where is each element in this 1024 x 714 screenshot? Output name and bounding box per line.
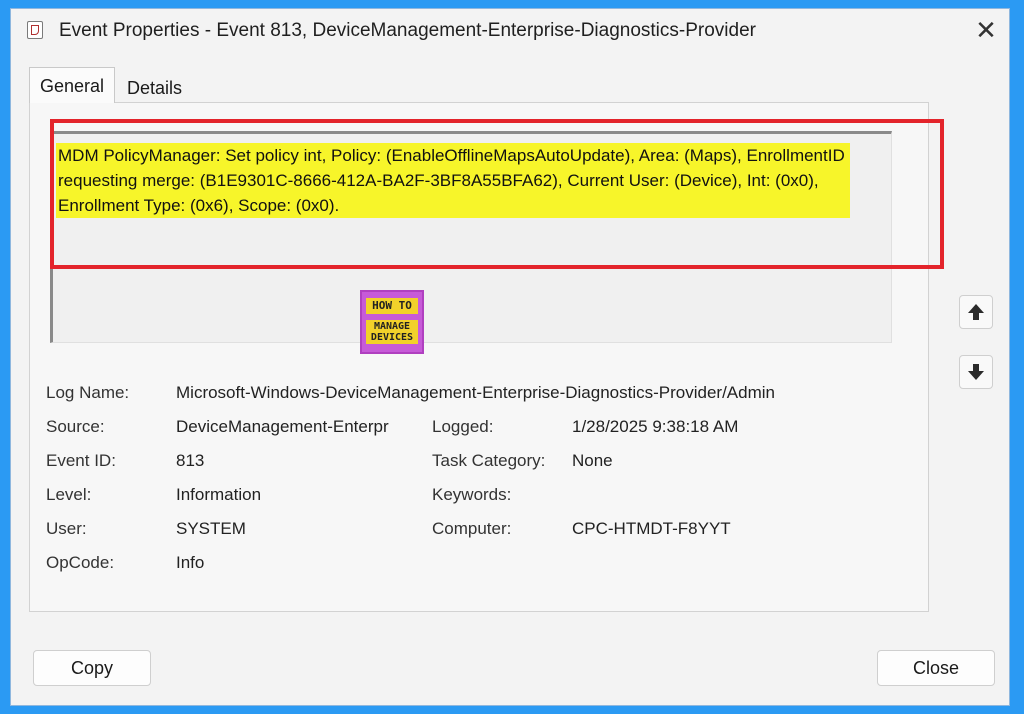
tab-details[interactable]: Details [117, 73, 197, 103]
next-event-button[interactable] [959, 355, 993, 389]
event-viewer-app-icon [27, 21, 43, 39]
copy-button[interactable]: Copy [33, 650, 151, 686]
event-description-text: MDM PolicyManager: Set policy int, Polic… [56, 143, 850, 218]
logo-line-3: DEVICES [370, 332, 414, 343]
source-label: Source: [46, 417, 105, 436]
window-close-button[interactable]: ✕ [971, 15, 1001, 45]
general-tab-panel: MDM PolicyManager: Set policy int, Polic… [29, 102, 944, 612]
previous-event-button[interactable] [959, 295, 993, 329]
logo-line-1: HOW TO [366, 298, 418, 314]
computer-value[interactable]: CPC-HTMDT-F8YYT [572, 519, 731, 539]
log-name-value[interactable]: Microsoft-Windows-DeviceManagement-Enter… [176, 383, 775, 403]
logo-line-2-3: MANAGE DEVICES [366, 320, 418, 344]
opcode-value[interactable]: Info [176, 553, 204, 573]
tab-general[interactable]: General [29, 67, 115, 103]
task-category-label: Task Category: [432, 451, 546, 470]
arrow-up-icon [968, 304, 984, 320]
level-label: Level: [46, 485, 92, 504]
logo-line-2: MANAGE [373, 321, 411, 332]
user-label: User: [46, 519, 87, 538]
task-category-value[interactable]: None [572, 451, 613, 471]
logged-value[interactable]: 1/28/2025 9:38:18 AM [572, 417, 738, 437]
window-title: Event Properties - Event 813, DeviceMana… [59, 20, 756, 41]
arrow-down-icon [968, 364, 984, 380]
event-properties-window: Event Properties - Event 813, DeviceMana… [10, 8, 1010, 706]
event-id-value[interactable]: 813 [176, 451, 204, 471]
how-to-manage-devices-logo: HOW TO MANAGE DEVICES [360, 290, 424, 354]
close-button[interactable]: Close [877, 650, 995, 686]
user-value[interactable]: SYSTEM [176, 519, 246, 539]
keywords-label: Keywords: [432, 485, 512, 504]
level-value[interactable]: Information [176, 485, 261, 505]
title-bar: Event Properties - Event 813, DeviceMana… [11, 9, 1009, 53]
opcode-label: OpCode: [46, 553, 115, 572]
logged-label: Logged: [432, 417, 494, 436]
event-id-label: Event ID: [46, 451, 116, 470]
computer-label: Computer: [432, 519, 512, 538]
source-value[interactable]: DeviceManagement-Enterpr [176, 417, 416, 437]
log-name-label: Log Name: [46, 383, 130, 402]
